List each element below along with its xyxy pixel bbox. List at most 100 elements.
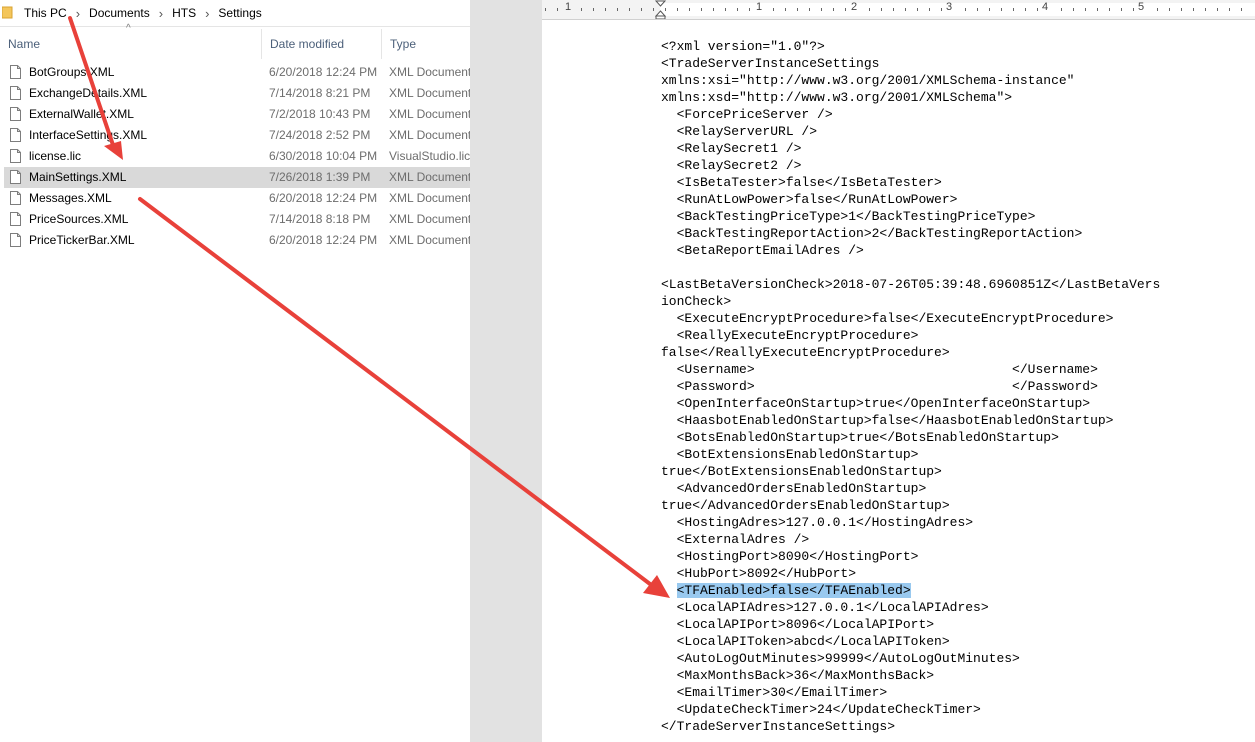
breadcrumb-separator-icon: ›: [158, 5, 164, 21]
ruler-tick: [557, 8, 558, 11]
ruler-tick: [1241, 8, 1242, 11]
ruler-label: 1: [565, 1, 572, 13]
file-date-modified: 7/14/2018 8:21 PM: [269, 86, 371, 100]
ruler-tick: [917, 8, 918, 11]
ruler-tick: [809, 8, 810, 11]
ruler-tick: [989, 8, 990, 11]
xml-line: <?xml version="1.0"?>: [661, 39, 825, 54]
ruler-tick: [1193, 8, 1194, 11]
file-row[interactable]: PriceTickerBar.XML 6/20/2018 12:24 PM XML …: [4, 230, 470, 251]
file-date-modified: 7/24/2018 2:52 PM: [269, 128, 371, 142]
breadcrumb-this-pc[interactable]: This PC: [22, 6, 69, 20]
column-header-name[interactable]: Name: [0, 29, 262, 59]
xml-file-icon: [10, 191, 21, 205]
xml-line: <ReallyExecuteEncryptProcedure>: [661, 328, 919, 343]
ruler-tick: [1169, 8, 1170, 11]
ruler-tick: [1133, 8, 1134, 11]
ruler-tick: [1073, 8, 1074, 11]
xml-line: <ExecuteEncryptProcedure>false</ExecuteE…: [661, 311, 1114, 326]
xml-line: <IsBetaTester>false</IsBetaTester>: [661, 175, 942, 190]
ruler-tick: [905, 8, 906, 11]
file-type: XML Document: [389, 212, 470, 226]
file-row[interactable]: ExternalWallet.XML 7/2/2018 10:43 PM XML D…: [4, 104, 470, 125]
xml-line: <BackTestingPriceType>1</BackTestingPric…: [661, 209, 1036, 224]
ruler-tick: [689, 8, 690, 11]
file-name: ExchangeDetails.XML: [29, 86, 148, 100]
xml-content[interactable]: <?xml version="1.0"?> <TradeServerInstan…: [661, 38, 1160, 735]
breadcrumb-separator-icon: ›: [205, 5, 210, 21]
ruler-tick: [1013, 8, 1014, 11]
document-page[interactable]: <?xml version="1.0"?> <TradeServerInstan…: [542, 20, 1255, 742]
ruler-tick: [653, 8, 654, 11]
xml-line: <RelaySecret2 />: [661, 158, 802, 173]
ruler-tick: [701, 8, 702, 11]
ruler-tick: [941, 8, 942, 11]
file-name: PriceSources.XML: [29, 212, 129, 226]
ruler-tick: [1205, 8, 1206, 11]
file-row[interactable]: PriceSources.XML 7/14/2018 8:18 PM XML Doc…: [4, 209, 470, 230]
xml-line: <BotsEnabledOnStartup>true</BotsEnabledO…: [661, 430, 1059, 445]
ruler-tick: [881, 8, 882, 11]
xml-file-icon: [10, 233, 21, 247]
ruler-tick: [929, 8, 930, 11]
xml-file-icon: [10, 65, 21, 79]
xml-file-icon: [10, 86, 21, 100]
ruler-tick: [1121, 8, 1122, 11]
xml-line: <ExternalAdres />: [661, 532, 810, 547]
file-type: XML Document: [389, 107, 470, 121]
xml-line: xmlns:xsd="http://www.w3.org/2001/XMLSch…: [661, 90, 1013, 105]
file-row[interactable]: ExchangeDetails.XML 7/14/2018 8:21 PM XML …: [4, 83, 470, 104]
ruler-tick: [1037, 8, 1038, 11]
horizontal-ruler[interactable]: 1 1 2 3 4 5: [542, 0, 1255, 20]
xml-line: <BotExtensionsEnabledOnStartup>: [661, 447, 919, 462]
file-date-modified: 7/14/2018 8:18 PM: [269, 212, 371, 226]
ruler-tick: [1157, 8, 1158, 11]
xml-line: </TradeServerInstanceSettings>: [661, 719, 896, 734]
ruler-tick: [641, 8, 642, 11]
file-row[interactable]: license.lic 6/30/2018 10:04 PM VisualStudi…: [4, 146, 470, 167]
ruler-tick: [1229, 8, 1230, 11]
file-name: InterfaceSettings.XML: [29, 128, 148, 142]
ruler-label: 5: [1138, 1, 1145, 13]
ruler-tick: [545, 8, 546, 11]
file-row[interactable]: BotGroups.XML 6/20/2018 12:24 PM XML Docum…: [4, 62, 470, 83]
breadcrumb-documents[interactable]: Documents: [87, 6, 152, 20]
breadcrumb-settings[interactable]: Settings: [216, 6, 263, 20]
xml-line: <HaasbotEnabledOnStartup>false</HaasbotE…: [661, 413, 1114, 428]
xml-line: <RunAtLowPower>false</RunAtLowPower>: [661, 192, 958, 207]
file-date-modified: 6/20/2018 12:24 PM: [269, 65, 378, 79]
xml-line: false</ReallyExecuteEncryptProcedure>: [661, 345, 950, 360]
xml-file-icon: [10, 212, 21, 226]
ruler-tick: [725, 8, 726, 11]
file-name: license.lic: [29, 149, 82, 163]
xml-line: <Username> </Username>: [661, 362, 1098, 377]
ruler-tick: [713, 8, 714, 11]
ruler-tick: [797, 8, 798, 11]
xml-line: <OpenInterfaceOnStartup>true</OpenInterf…: [661, 396, 1091, 411]
column-headers: ^ Name Date modified Type: [0, 23, 470, 59]
ruler-label: 4: [1042, 1, 1049, 13]
ruler-tick: [893, 8, 894, 11]
file-date-modified: 7/26/2018 1:39 PM: [269, 170, 371, 184]
ruler-tick: [665, 8, 666, 11]
ruler-tick: [737, 8, 738, 11]
ruler-tick: [977, 8, 978, 11]
ruler-tick: [773, 8, 774, 11]
file-name: ExternalWallet.XML: [29, 107, 134, 121]
file-row[interactable]: InterfaceSettings.XML 7/24/2018 2:52 PM XM…: [4, 125, 470, 146]
breadcrumb-hts[interactable]: HTS: [170, 6, 198, 20]
ruler-tick: [1097, 8, 1098, 11]
file-name: MainSettings.XML: [29, 170, 127, 184]
file-type: XML Document: [389, 170, 470, 184]
ruler-tick: [845, 8, 846, 11]
column-header-type[interactable]: Type: [382, 29, 470, 59]
file-type: VisualStudio.lic: [389, 149, 470, 163]
xml-line: <BetaReportEmailAdres />: [661, 243, 864, 258]
xml-file-icon: [10, 170, 21, 184]
folder-icon: [2, 6, 13, 19]
xml-line: <AutoLogOutMinutes>99999</AutoLogOutMinu…: [661, 651, 1020, 666]
file-row[interactable]: MainSettings.XML 7/26/2018 1:39 PM XML Doc…: [4, 167, 470, 188]
column-header-date-modified[interactable]: Date modified: [262, 29, 382, 59]
file-row[interactable]: Messages.XML 6/20/2018 12:24 PM XML Docume…: [4, 188, 470, 209]
address-bar[interactable]: This PC › Documents › HTS › Settings: [0, 0, 470, 27]
